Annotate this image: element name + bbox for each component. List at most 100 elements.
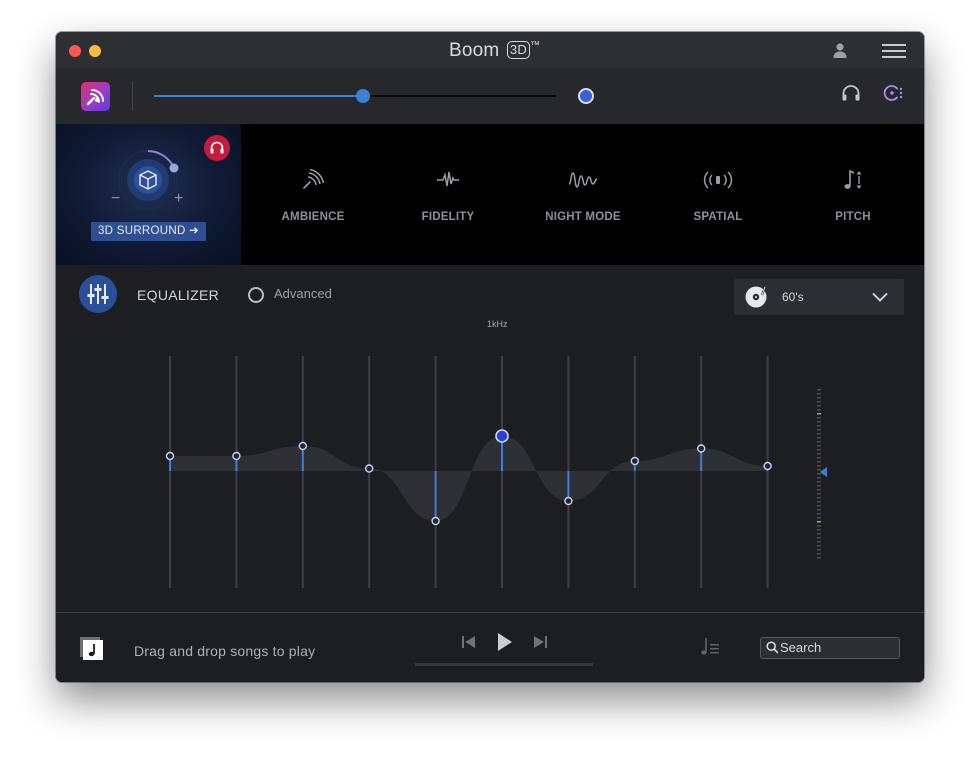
close-window-button[interactable]	[69, 45, 81, 57]
preamp-meter-tick	[817, 545, 821, 547]
preamp-meter-tick	[817, 473, 821, 475]
preamp-meter-tick	[817, 501, 821, 503]
preamp-meter-tick	[817, 389, 821, 391]
surround-plus-icon[interactable]: +	[174, 190, 183, 208]
vinyl-disc-icon	[745, 286, 767, 308]
equalizer-graph[interactable]	[56, 332, 924, 604]
preamp-meter-tick	[817, 489, 821, 491]
user-account-icon[interactable]	[832, 42, 848, 63]
effect-ambience[interactable]: AMBIENCE	[253, 124, 373, 265]
preamp-meter-tick	[817, 497, 821, 499]
boost-toggle[interactable]	[578, 88, 594, 104]
preamp-meter-tick	[817, 553, 821, 555]
preamp-meter-tick	[817, 541, 821, 543]
playlist-icon[interactable]	[700, 637, 720, 662]
preamp-meter-tick	[817, 517, 821, 519]
app-title-text: Boom	[449, 40, 500, 61]
preamp-meter-tick	[817, 525, 821, 527]
advanced-radio[interactable]	[248, 287, 264, 303]
effect-night-mode[interactable]: NIGHT MODE	[523, 124, 643, 265]
preamp-meter-tick	[817, 441, 821, 443]
preamp-meter-tick	[817, 413, 821, 415]
next-track-icon[interactable]	[532, 634, 548, 655]
preamp-pointer[interactable]	[820, 467, 827, 477]
eq-band-knob[interactable]	[697, 444, 706, 453]
equalizer-header: EQUALIZER Advanced 60's	[56, 265, 924, 325]
search-input[interactable]	[780, 639, 894, 656]
effect-pitch[interactable]: PITCH	[793, 124, 913, 265]
effects-row: − + 3D SURROUND ➜ AMBIENCE FIDELITY NIGH…	[56, 124, 924, 265]
preamp-meter-tick	[817, 445, 821, 447]
app-title-trademark: ™	[529, 40, 541, 51]
preamp-meter-tick	[817, 429, 821, 431]
preamp-meter-tick	[817, 457, 821, 459]
search-box[interactable]	[760, 637, 900, 659]
fidelity-icon	[437, 171, 459, 187]
preamp-meter-tick	[817, 521, 821, 523]
toolbar	[56, 69, 924, 124]
eq-band-knob[interactable]	[365, 464, 374, 473]
seek-bar[interactable]	[415, 663, 593, 666]
equalizer-icon[interactable]	[79, 275, 117, 313]
volume-slider-knob[interactable]	[356, 89, 371, 103]
effect-spatial[interactable]: SPATIAL	[658, 124, 778, 265]
3d-surround-button[interactable]: 3D SURROUND ➜	[91, 222, 206, 241]
player-bar: Drag and drop songs to play	[56, 613, 924, 682]
preamp-meter-tick	[817, 421, 821, 423]
preamp-meter-tick	[817, 453, 821, 455]
pitch-icon	[844, 169, 862, 189]
music-file-icon	[80, 637, 104, 666]
preamp-meter-tick	[817, 505, 821, 507]
preamp-meter-tick	[817, 397, 821, 399]
preamp-meter-tick	[817, 533, 821, 535]
eq-band-knob[interactable]	[763, 461, 772, 471]
preamp-meter-tick	[817, 437, 821, 439]
headphone-icon[interactable]	[841, 84, 861, 107]
advanced-label[interactable]: Advanced	[274, 286, 332, 301]
preamp-meter-tick	[817, 481, 821, 483]
surround-panel[interactable]: − + 3D SURROUND ➜	[56, 124, 241, 265]
eq-band-knob[interactable]	[165, 451, 175, 461]
effect-label: FIDELITY	[421, 211, 475, 223]
eq-band-knob[interactable]	[431, 516, 440, 526]
toolbar-divider	[132, 82, 133, 110]
preset-label: 60's	[782, 290, 804, 304]
preamp-meter-tick	[817, 449, 821, 451]
minimize-window-button[interactable]	[89, 45, 101, 57]
preamp-meter-tick	[817, 465, 821, 467]
effect-label: SPATIAL	[693, 211, 743, 223]
output-device-icon[interactable]	[882, 84, 904, 107]
eq-band-knob[interactable]	[298, 441, 308, 451]
preamp-meter-tick	[817, 417, 821, 419]
search-icon	[766, 641, 779, 654]
preamp-meter-tick	[817, 493, 821, 495]
play-icon[interactable]	[496, 632, 514, 657]
preamp-meter-tick	[817, 557, 821, 559]
preamp-meter-tick	[817, 513, 821, 515]
ambience-icon	[303, 168, 325, 189]
volume-slider-fill	[154, 95, 364, 97]
boom-logo-icon[interactable]	[81, 82, 110, 111]
preamp-meter-tick	[817, 509, 821, 511]
preamp-meter-tick	[817, 537, 821, 539]
eq-band-knob[interactable]	[630, 456, 639, 466]
eq-band-knob[interactable]	[495, 429, 509, 443]
preamp-meter-tick	[817, 469, 821, 471]
eq-band-knob[interactable]	[564, 496, 573, 506]
spatial-icon	[703, 171, 733, 189]
effect-fidelity[interactable]: FIDELITY	[388, 124, 508, 265]
preamp-meter-tick	[817, 425, 821, 427]
preamp-meter-tick	[817, 477, 821, 479]
volume-slider[interactable]	[154, 89, 556, 103]
chevron-down-icon	[872, 292, 888, 302]
boom3d-window: Boom 3D ™ − + 3D SURROUND ➜ AMBIENCE FID…	[56, 32, 924, 682]
headphone-badge-icon[interactable]	[204, 135, 230, 161]
preamp-meter-tick	[817, 461, 821, 463]
eq-band-knob[interactable]	[232, 451, 241, 461]
preset-dropdown[interactable]: 60's	[734, 279, 904, 315]
surround-minus-icon[interactable]: −	[111, 190, 120, 208]
previous-track-icon[interactable]	[461, 634, 477, 655]
drop-songs-text: Drag and drop songs to play	[134, 643, 316, 659]
eq-curve-area	[170, 436, 768, 521]
hamburger-menu-icon[interactable]	[882, 43, 906, 64]
